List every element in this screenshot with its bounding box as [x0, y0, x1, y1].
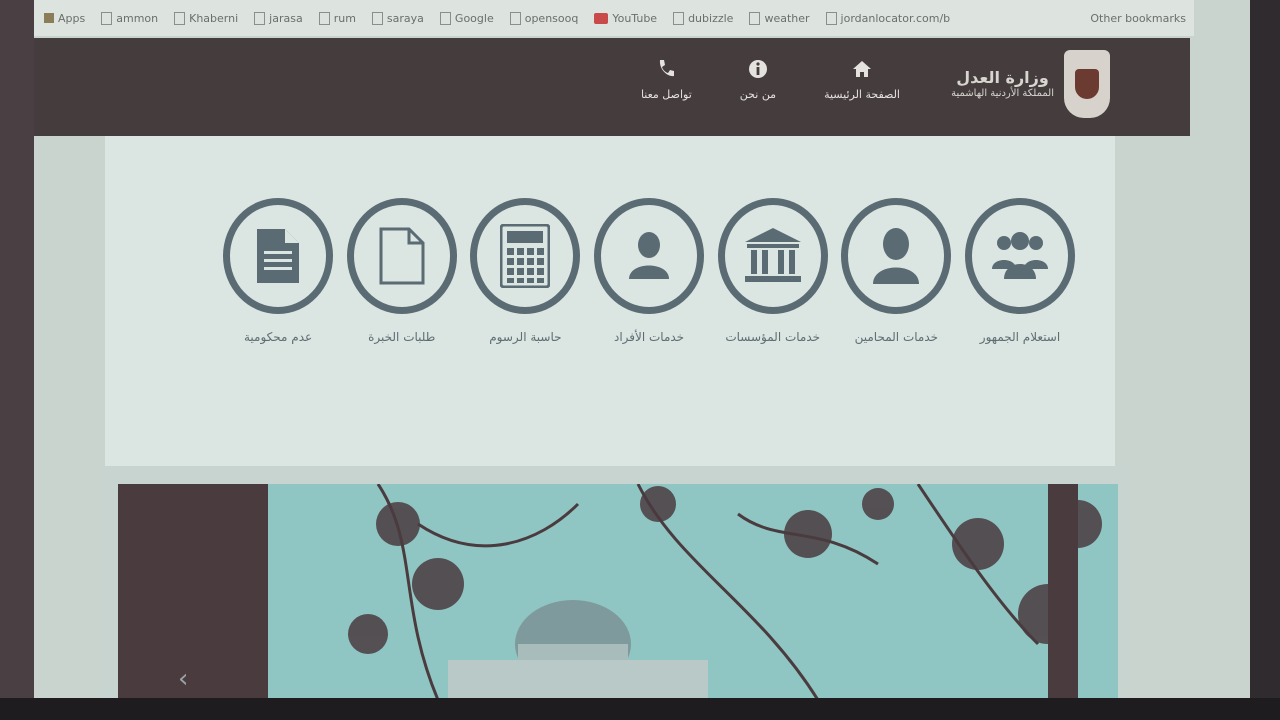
opensooq-icon — [509, 11, 521, 25]
page-icon — [318, 11, 330, 25]
crest-icon — [1064, 50, 1110, 118]
site-logo[interactable]: وزارة العدل المملكة الأردنية الهاشمية — [951, 50, 1110, 118]
document-icon — [379, 227, 425, 285]
calculator-icon — [500, 224, 551, 288]
bookmark-google[interactable]: Google — [439, 11, 494, 25]
bookmark-dubizzle[interactable]: dubizzle — [673, 11, 733, 25]
nav-home-label: الصفحة الرئيسية — [824, 88, 900, 101]
service-lawyers[interactable]: خدمات المحامين — [841, 198, 952, 344]
google-icon — [439, 11, 451, 25]
other-bookmarks[interactable]: Other bookmarks — [1090, 12, 1186, 25]
service-fees-calculator[interactable]: حاسبة الرسوم — [470, 198, 581, 344]
service-public-inquiry[interactable]: استعلام الجمهور — [965, 198, 1075, 344]
bookmark-youtube[interactable]: YouTube — [594, 12, 657, 25]
bookmark-apps[interactable]: Apps — [44, 12, 85, 25]
home-icon — [851, 58, 873, 80]
person-icon — [629, 232, 670, 279]
apps-icon — [44, 13, 54, 23]
khaberni-icon — [174, 11, 186, 25]
slider-prev-arrow-icon[interactable]: ‹ — [178, 664, 188, 694]
page-icon — [825, 11, 837, 25]
nav-about[interactable]: من نحن — [740, 58, 776, 101]
weather-icon — [749, 11, 761, 25]
bookmark-jordanlocator[interactable]: jordanlocator.com/b — [825, 11, 950, 25]
service-individuals[interactable]: خدمات الأفراد — [594, 198, 705, 344]
ammon-icon — [101, 11, 113, 25]
phone-icon — [655, 58, 677, 80]
bookmark-jarasa[interactable]: jarasa — [254, 11, 303, 25]
bookmark-opensooq[interactable]: opensooq — [509, 11, 578, 25]
services-panel: استعلام الجمهور خدمات المحامين خدمات الم… — [105, 136, 1115, 466]
bookmark-ammon[interactable]: ammon — [101, 11, 158, 25]
bookmark-rum[interactable]: rum — [318, 11, 356, 25]
service-non-conviction[interactable]: عدم محكومية — [223, 198, 334, 344]
bookmarks-bar: Apps ammon Khaberni jarasa rum saraya Go… — [34, 0, 1194, 36]
person-icon — [873, 228, 920, 284]
hero-slider-image: ‹ — [118, 484, 1118, 700]
hero-photo — [348, 484, 1102, 700]
projector-bezel — [0, 698, 1280, 720]
dubizzle-icon — [673, 11, 685, 25]
nav-home[interactable]: الصفحة الرئيسية — [824, 58, 900, 101]
logo-subtitle: المملكة الأردنية الهاشمية — [951, 87, 1054, 99]
logo-title: وزارة العدل — [956, 68, 1049, 88]
service-institutions[interactable]: خدمات المؤسسات — [717, 198, 828, 344]
service-expertise-requests[interactable]: طلبات الخبرة — [346, 198, 457, 344]
youtube-icon — [594, 12, 609, 24]
nav-about-label: من نحن — [739, 88, 777, 101]
nav-contact[interactable]: تواصل معنا — [641, 58, 692, 101]
services-list: استعلام الجمهور خدمات المحامين خدمات الم… — [223, 198, 1075, 344]
group-icon — [992, 232, 1048, 279]
browser-window: Apps ammon Khaberni jarasa rum saraya Go… — [0, 0, 1280, 700]
page-icon — [254, 11, 266, 25]
nav-contact-label: تواصل معنا — [640, 88, 692, 101]
document-icon — [257, 229, 300, 283]
institution-icon — [744, 228, 801, 282]
main-nav: الصفحة الرئيسية من نحن تواصل معنا — [641, 58, 900, 101]
site-header: وزارة العدل المملكة الأردنية الهاشمية ال… — [30, 38, 1190, 136]
bookmark-weather[interactable]: weather — [749, 11, 810, 25]
bookmark-khaberni[interactable]: Khaberni — [174, 11, 238, 25]
page-icon — [371, 11, 383, 25]
bookmark-saraya[interactable]: saraya — [371, 11, 424, 25]
info-icon — [747, 58, 769, 80]
